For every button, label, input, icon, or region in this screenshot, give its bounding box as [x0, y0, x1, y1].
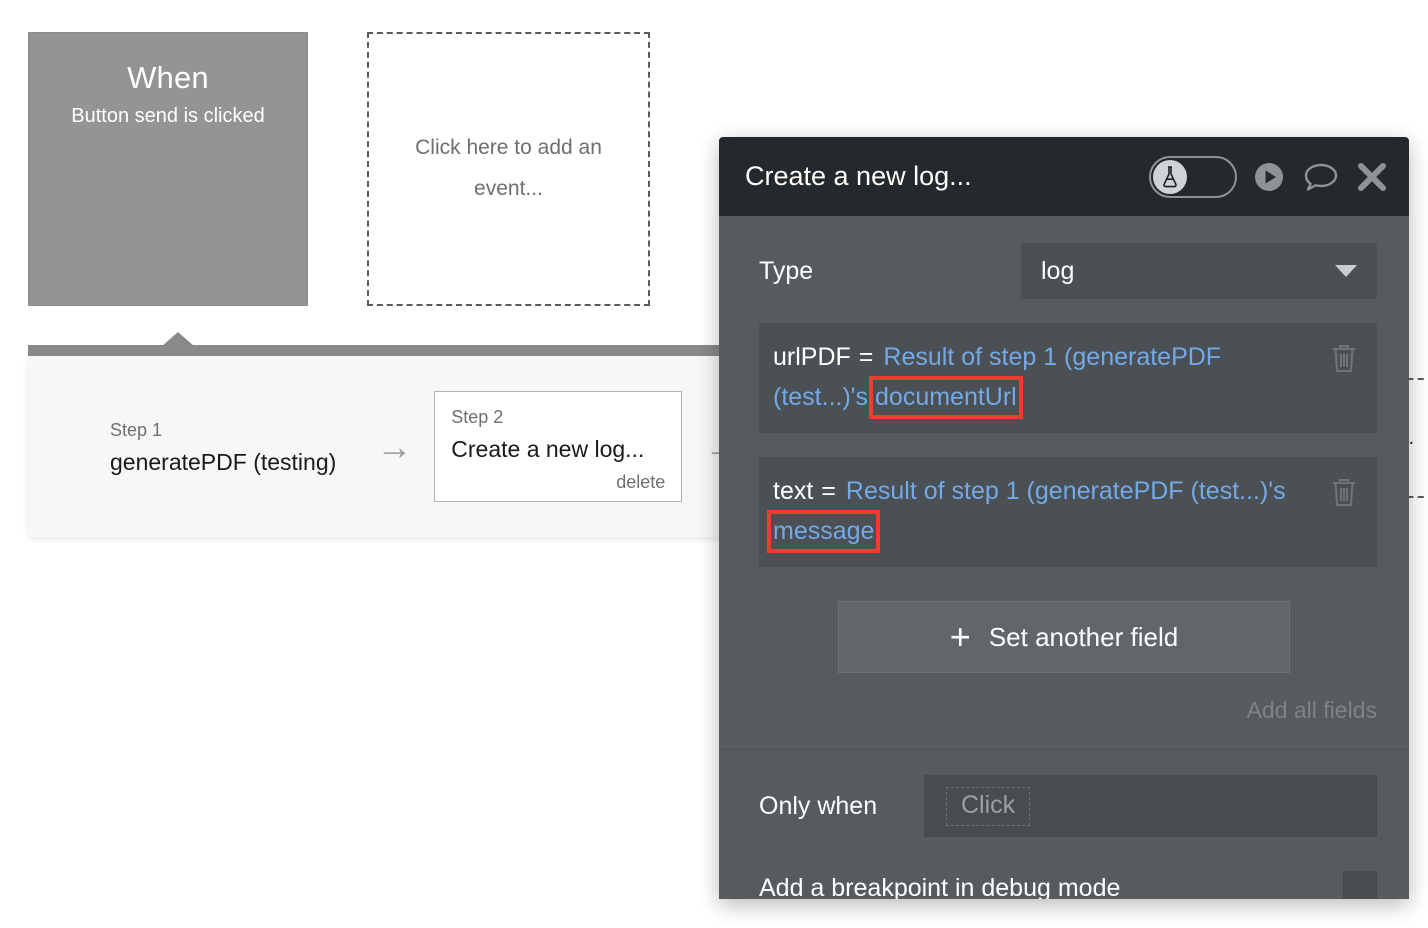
close-icon[interactable]	[1355, 160, 1389, 194]
debug-mode-toggle[interactable]	[1149, 156, 1237, 198]
field-text-key: text	[773, 477, 813, 505]
panel-header: Create a new log...	[719, 137, 1409, 216]
field-text-highlight[interactable]: message	[773, 516, 874, 547]
only-when-row: Only when Click	[719, 747, 1409, 837]
step-2-label: Step 2	[451, 404, 665, 431]
field-text-value[interactable]: Result of step 1 (generatePDF (test...)'…	[846, 477, 1286, 505]
only-when-label: Only when	[759, 792, 924, 821]
when-title: When	[29, 59, 307, 96]
field-urlpdf-key: urlPDF	[773, 343, 851, 371]
set-another-field-button[interactable]: + Set another field	[838, 601, 1290, 673]
step-1-name: generatePDF (testing)	[110, 446, 336, 479]
field-text-eq: =	[821, 477, 836, 505]
step-item-1[interactable]: Step 1 generatePDF (testing)	[92, 403, 354, 489]
type-row: Type log	[719, 216, 1409, 299]
field-urlpdf-content: urlPDF=Result of step 1 (generatePDF (te…	[773, 337, 1319, 417]
play-icon[interactable]	[1251, 159, 1287, 195]
type-label: Type	[759, 257, 1021, 286]
panel-header-icons	[1149, 156, 1389, 198]
step-2-delete-link[interactable]: delete	[451, 472, 665, 493]
delete-field-text-icon[interactable]	[1329, 475, 1363, 514]
field-row-text[interactable]: text = Result of step 1 (generatePDF (test…	[759, 457, 1377, 567]
only-when-input[interactable]: Click	[924, 775, 1377, 837]
step-2-name: Create a new log...	[451, 433, 665, 466]
panel-body: Type log urlPDF = Result of step 1 (genera…	[719, 216, 1409, 899]
field-urlpdf-highlight[interactable]: documentUrl	[875, 382, 1017, 413]
add-all-fields-link[interactable]: Add all fields	[719, 673, 1409, 724]
delete-field-urlpdf-icon[interactable]	[1329, 341, 1363, 380]
flask-icon	[1153, 160, 1187, 194]
type-select-value: log	[1041, 257, 1335, 286]
panel-title: Create a new log...	[745, 161, 1149, 192]
step-arrow-1: →	[376, 429, 412, 465]
field-text-content: text = Result of step 1 (generatePDF (test…	[773, 471, 1319, 551]
when-trigger-box[interactable]: When Button send is clicked	[28, 32, 308, 306]
breakpoint-row: Add a breakpoint in debug mode	[719, 837, 1409, 899]
add-event-box[interactable]: Click here to add an event...	[367, 32, 650, 306]
only-when-placeholder: Click	[946, 787, 1030, 826]
breakpoint-checkbox[interactable]	[1343, 871, 1377, 899]
field-row-urlpdf[interactable]: urlPDF=Result of step 1 (generatePDF (te…	[759, 323, 1377, 433]
set-another-field-label: Set another field	[989, 622, 1178, 653]
step-1-label: Step 1	[110, 417, 336, 444]
field-urlpdf-eq: =	[859, 343, 874, 371]
type-select[interactable]: log	[1021, 243, 1377, 299]
chevron-down-icon	[1335, 265, 1357, 277]
property-editor-panel: Create a new log...	[719, 137, 1409, 899]
step-item-2[interactable]: Step 2 Create a new log... delete	[434, 391, 682, 502]
comment-icon[interactable]	[1301, 159, 1341, 195]
breakpoint-label: Add a breakpoint in debug mode	[759, 874, 1343, 900]
plus-icon: +	[950, 624, 971, 649]
add-event-label: Click here to add an event...	[394, 128, 624, 210]
when-subtitle: Button send is clicked	[29, 104, 307, 128]
steps-pointer	[162, 332, 194, 346]
